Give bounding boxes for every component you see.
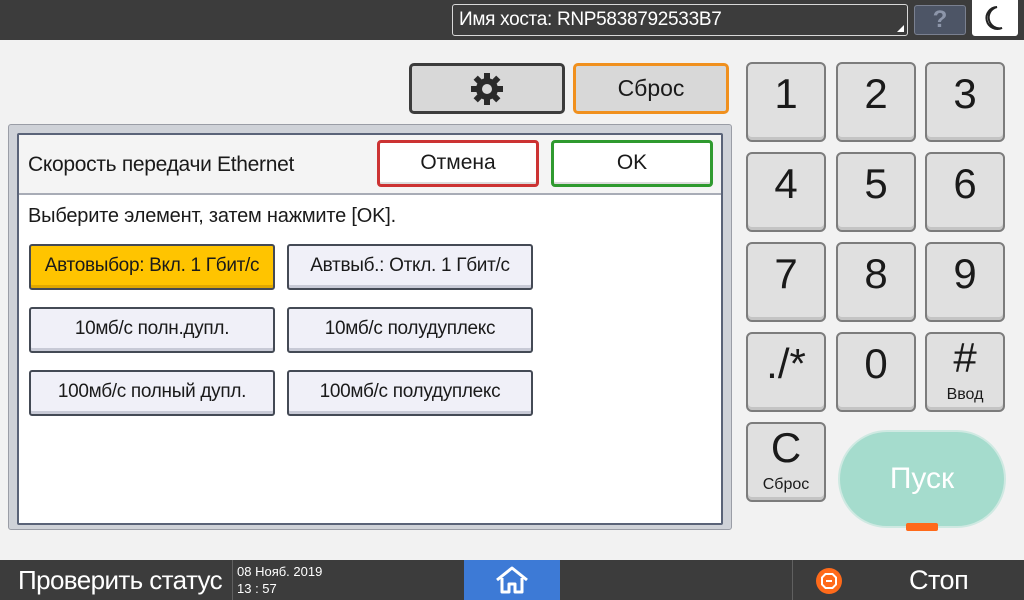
key-enter-symbol: # <box>953 334 977 381</box>
moon-icon <box>985 6 1003 30</box>
start-button[interactable]: Пуск <box>838 430 1006 528</box>
check-status-button[interactable]: Проверить статус <box>0 560 230 600</box>
stop-button[interactable]: Стоп <box>792 560 1024 600</box>
dialog-header: Скорость передачи Ethernet Отмена OK <box>19 135 721 195</box>
date-label: 08 Нояб. 2019 <box>237 564 323 579</box>
option-100mbps-half-duplex[interactable]: 100мб/с полудуплекс <box>287 370 533 416</box>
option-auto-on-1gbps[interactable]: Автовыбор: Вкл. 1 Гбит/с <box>29 244 275 290</box>
stop-label: Стоп <box>909 565 969 595</box>
home-button[interactable] <box>464 560 560 600</box>
option-auto-off-1gbps[interactable]: Автвыб.: Откл. 1 Гбит/с <box>287 244 533 290</box>
key-7[interactable]: 7 <box>746 242 826 322</box>
top-bar: Имя хоста: RNP5838792533B7 ? <box>0 0 1024 40</box>
key-3[interactable]: 3 <box>925 62 1005 142</box>
stop-icon <box>816 568 842 594</box>
cancel-button[interactable]: Отмена <box>377 140 539 187</box>
key-enter-label: Ввод <box>946 386 984 403</box>
key-5[interactable]: 5 <box>836 152 916 232</box>
key-clear-symbol: C <box>770 424 802 471</box>
key-9[interactable]: 9 <box>925 242 1005 322</box>
key-4[interactable]: 4 <box>746 152 826 232</box>
option-100mbps-full-duplex[interactable]: 100мб/с полный дупл. <box>29 370 275 416</box>
key-6[interactable]: 6 <box>925 152 1005 232</box>
key-enter[interactable]: # Ввод <box>925 332 1005 412</box>
help-button[interactable]: ? <box>914 5 966 35</box>
bottom-bar: Проверить статус 08 Нояб. 2019 13 : 57 С… <box>0 560 1024 600</box>
instruction-text: Выберите элемент, затем нажмите [OK]. <box>28 205 396 227</box>
expand-corner-icon <box>897 25 904 32</box>
gear-icon <box>471 72 503 105</box>
ok-button[interactable]: OK <box>551 140 713 187</box>
key-0[interactable]: 0 <box>836 332 916 412</box>
dialog-panel: Скорость передачи Ethernet Отмена OK Выб… <box>17 133 723 525</box>
key-1[interactable]: 1 <box>746 62 826 142</box>
option-10mbps-half-duplex[interactable]: 10мб/с полудуплекс <box>287 307 533 353</box>
start-indicator-led <box>906 523 938 531</box>
hostname-field[interactable]: Имя хоста: RNP5838792533B7 <box>452 4 908 36</box>
key-clear[interactable]: C Сброс <box>746 422 826 502</box>
dialog-title: Скорость передачи Ethernet <box>28 153 295 176</box>
option-10mbps-full-duplex[interactable]: 10мб/с полн.дупл. <box>29 307 275 353</box>
hostname-label: Имя хоста: RNP5838792533B7 <box>459 9 722 30</box>
key-dot-star[interactable]: ./* <box>746 332 826 412</box>
key-clear-label: Сброс <box>762 476 810 493</box>
key-8[interactable]: 8 <box>836 242 916 322</box>
energy-saver-button[interactable] <box>972 0 1018 36</box>
key-2[interactable]: 2 <box>836 62 916 142</box>
ethernet-speed-dialog: Скорость передачи Ethernet Отмена OK Выб… <box>8 124 732 530</box>
home-icon <box>496 566 528 594</box>
time-label: 13 : 57 <box>237 581 277 596</box>
settings-button[interactable] <box>409 63 565 114</box>
reset-button[interactable]: Сброс <box>573 63 729 114</box>
date-time: 08 Нояб. 2019 13 : 57 <box>232 560 332 600</box>
